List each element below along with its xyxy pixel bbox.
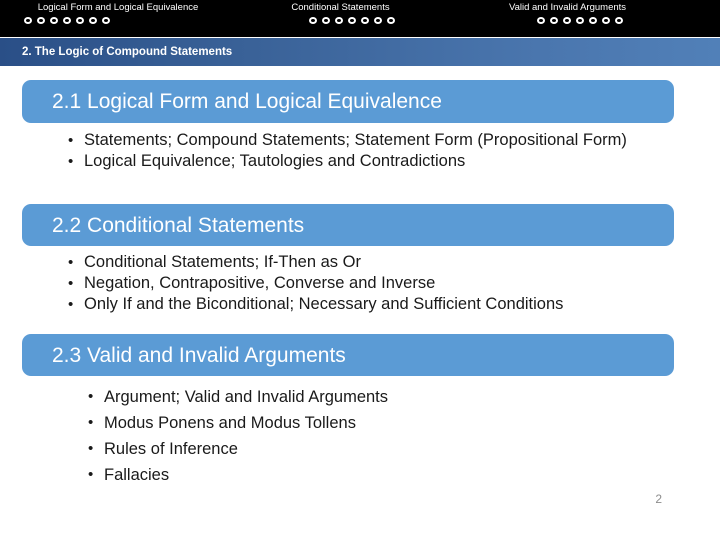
list-item: Fallacies: [88, 462, 658, 488]
nav-dot-icon[interactable]: [89, 17, 97, 24]
nav-dot-icon[interactable]: [334, 17, 343, 24]
list-item: Statements; Compound Statements; Stateme…: [68, 130, 658, 151]
nav-dot-icon[interactable]: [373, 17, 382, 24]
nav-dot-icon[interactable]: [63, 17, 71, 24]
nav-dot-icon[interactable]: [321, 17, 330, 24]
nav-group-valid-invalid-arguments[interactable]: Valid and Invalid Arguments: [455, 2, 680, 24]
nav-dot-icon[interactable]: [37, 17, 45, 24]
nav-dot-icon[interactable]: [562, 17, 571, 24]
section-header-box[interactable]: 2.2 Conditional Statements: [22, 204, 674, 246]
nav-group-label: Valid and Invalid Arguments: [508, 2, 627, 13]
nav-dot-icon[interactable]: [24, 17, 32, 24]
list-item: Negation, Contrapositive, Converse and I…: [68, 273, 658, 294]
section-heading: 2.2 Conditional Statements: [52, 213, 305, 237]
slide: Logical Form and Logical Equivalence Con…: [0, 0, 720, 540]
list-item: Rules of Inference: [88, 436, 658, 462]
section-bullet-list: Statements; Compound Statements; Stateme…: [68, 130, 658, 172]
list-item: Only If and the Biconditional; Necessary…: [68, 294, 658, 315]
nav-dot-icon[interactable]: [575, 17, 584, 24]
nav-dot-icon[interactable]: [102, 17, 110, 24]
nav-dot-icon[interactable]: [588, 17, 597, 24]
page-number: 2: [655, 492, 662, 506]
nav-dot-row: [243, 17, 438, 24]
section-heading: 2.3 Valid and Invalid Arguments: [52, 343, 346, 367]
section-heading: 2.1 Logical Form and Logical Equivalence: [52, 90, 442, 113]
nav-group-label: Conditional Statements: [291, 2, 390, 13]
section-header-box[interactable]: 2.3 Valid and Invalid Arguments: [22, 334, 674, 376]
slide-body: 2.1 Logical Form and Logical Equivalence…: [0, 66, 720, 540]
nav-dot-row: [8, 17, 228, 24]
chapter-title: 2. The Logic of Compound Statements: [22, 46, 233, 58]
nav-dot-icon[interactable]: [614, 17, 623, 24]
nav-dot-icon[interactable]: [549, 17, 558, 24]
list-item: Conditional Statements; If-Then as Or: [68, 252, 658, 273]
nav-group-label: Logical Form and Logical Equivalence: [37, 2, 199, 13]
nav-dot-icon[interactable]: [347, 17, 356, 24]
list-item: Modus Ponens and Modus Tollens: [88, 410, 658, 436]
nav-group-logical-form[interactable]: Logical Form and Logical Equivalence: [8, 2, 228, 24]
nav-dot-icon[interactable]: [308, 17, 317, 24]
section-bullet-list: Conditional Statements; If-Then as Or Ne…: [68, 252, 658, 315]
nav-dot-icon[interactable]: [76, 17, 84, 24]
nav-dot-icon[interactable]: [360, 17, 369, 24]
top-navigation-bar: Logical Form and Logical Equivalence Con…: [0, 0, 720, 37]
nav-dot-icon[interactable]: [50, 17, 58, 24]
nav-dot-icon[interactable]: [386, 17, 395, 24]
list-item: Logical Equivalence; Tautologies and Con…: [68, 151, 658, 172]
nav-group-conditional-statements[interactable]: Conditional Statements: [243, 2, 438, 24]
nav-dot-icon[interactable]: [601, 17, 610, 24]
section-bullet-list: Argument; Valid and Invalid Arguments Mo…: [88, 384, 658, 488]
list-item: Argument; Valid and Invalid Arguments: [88, 384, 658, 410]
nav-dot-row: [455, 17, 680, 24]
section-header-box[interactable]: 2.1 Logical Form and Logical Equivalence: [22, 80, 674, 123]
nav-dot-icon[interactable]: [536, 17, 545, 24]
chapter-title-bar: 2. The Logic of Compound Statements: [0, 38, 720, 66]
